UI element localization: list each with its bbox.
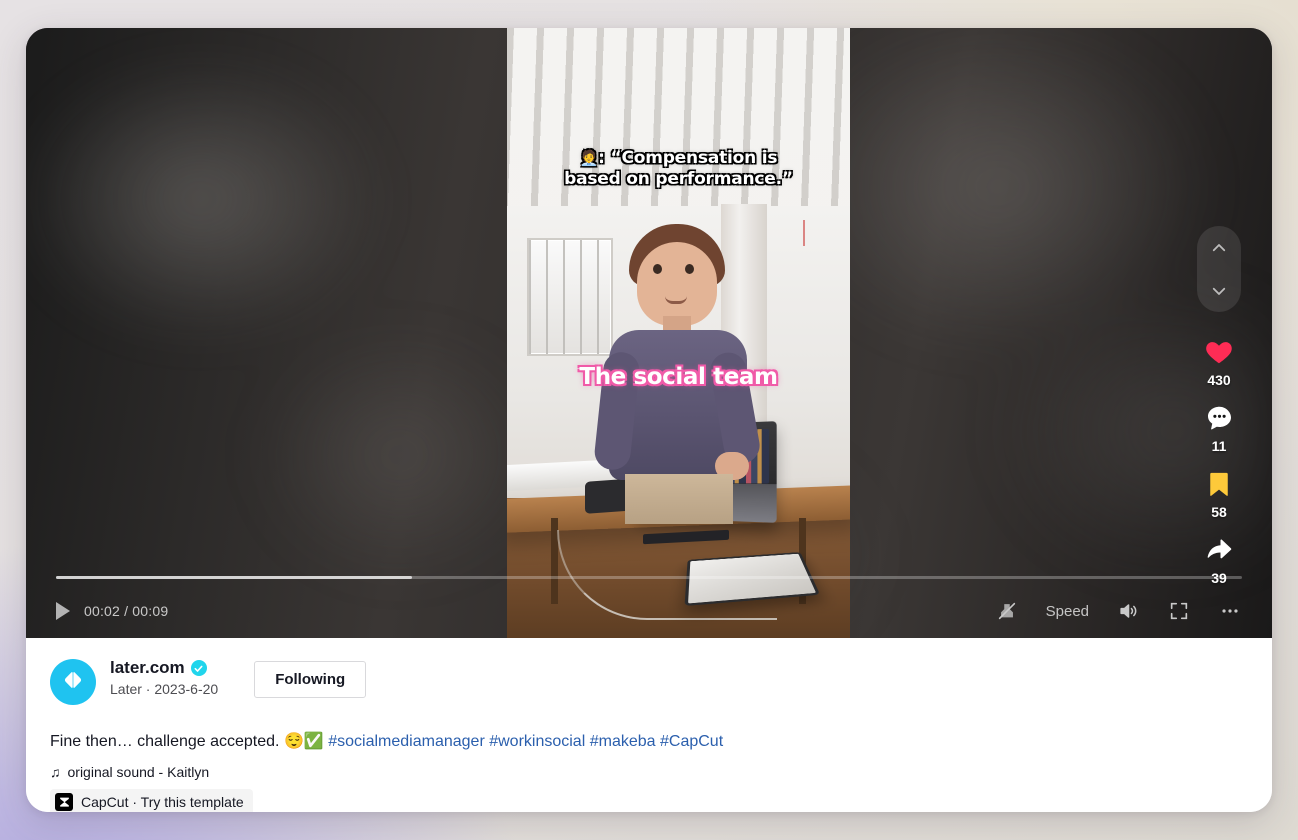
later-logo-icon [59,666,87,699]
action-rail: 430 11 58 39 [1192,226,1246,600]
description-text: Fine then… challenge accepted. [50,733,284,750]
like-count: 430 [1207,372,1231,388]
video-player[interactable]: 🧑‍💼: “Compensation is based on performan… [26,28,1272,638]
progress-fill [56,575,412,579]
author-subtitle: Later · 2023-6-20 [110,681,219,697]
speed-button[interactable]: Speed [1046,603,1089,620]
time-display: 00:02 / 00:09 [84,603,169,619]
video-navigation-pill [1197,226,1241,312]
share-arrow-icon [1203,534,1235,566]
fullscreen-icon[interactable] [1168,600,1190,622]
player-control-bar: 00:02 / 00:09 Speed [26,584,1272,638]
video-subtitle-line-2: based on performance.” [564,169,793,189]
heart-icon [1203,336,1235,368]
video-post-card: 🧑‍💼: “Compensation is based on performan… [26,28,1272,812]
verified-badge-icon [190,660,207,676]
video-text-overlay: The social team [579,364,778,390]
hashtag-capcut[interactable]: #CapCut [660,733,723,750]
music-note-icon: ♫ [50,764,61,780]
video-viewport[interactable]: 🧑‍💼: “Compensation is based on performan… [507,28,850,638]
video-progress-bar[interactable] [26,570,1272,584]
avatar[interactable] [50,659,96,705]
author-row: later.com Later · 2023-6-20 Following [50,656,1248,705]
clear-mode-off-icon[interactable] [996,600,1018,622]
capcut-template-link[interactable]: CapCut · Try this template [50,789,253,812]
post-meta-panel: later.com Later · 2023-6-20 Following Fi… [26,638,1272,812]
chevron-down-icon[interactable] [1210,282,1228,300]
comment-count: 11 [1211,438,1227,454]
sound-link[interactable]: ♫ original sound - Kaitlyn [50,764,209,780]
favorite-button[interactable]: 58 [1205,468,1233,520]
more-options-icon[interactable] [1218,600,1242,622]
volume-on-icon[interactable] [1117,600,1140,622]
bookmark-icon [1205,468,1233,500]
play-icon[interactable] [56,602,70,620]
check-mark-emoji: ✅ [303,733,324,750]
favorite-count: 58 [1211,504,1227,520]
post-description: Fine then… challenge accepted. 😌✅ #socia… [50,731,1248,753]
capcut-label: CapCut · Try this template [81,794,244,810]
hashtag-socialmediamanager[interactable]: #socialmediamanager [328,733,485,750]
sound-label: original sound - Kaitlyn [67,764,210,780]
boss-emoji: 🧑‍💼 [579,149,599,167]
smirk-emoji: 😌 [283,733,304,750]
comment-button[interactable]: 11 [1204,402,1235,454]
follow-button[interactable]: Following [254,661,367,698]
hashtag-workinsocial[interactable]: #workinsocial [489,733,585,750]
hashtag-makeba[interactable]: #makeba [590,733,656,750]
like-button[interactable]: 430 [1203,336,1235,388]
chevron-up-icon[interactable] [1210,239,1228,257]
progress-track[interactable] [56,575,1242,579]
author-info: later.com Later · 2023-6-20 [110,656,218,697]
video-subtitle-line-1: : “Compensation is [598,148,778,168]
author-name[interactable]: later.com [110,658,185,678]
video-subtitle-overlay: 🧑‍💼: “Compensation is based on performan… [507,148,850,190]
comment-icon [1204,402,1235,434]
capcut-logo-icon [55,793,73,811]
